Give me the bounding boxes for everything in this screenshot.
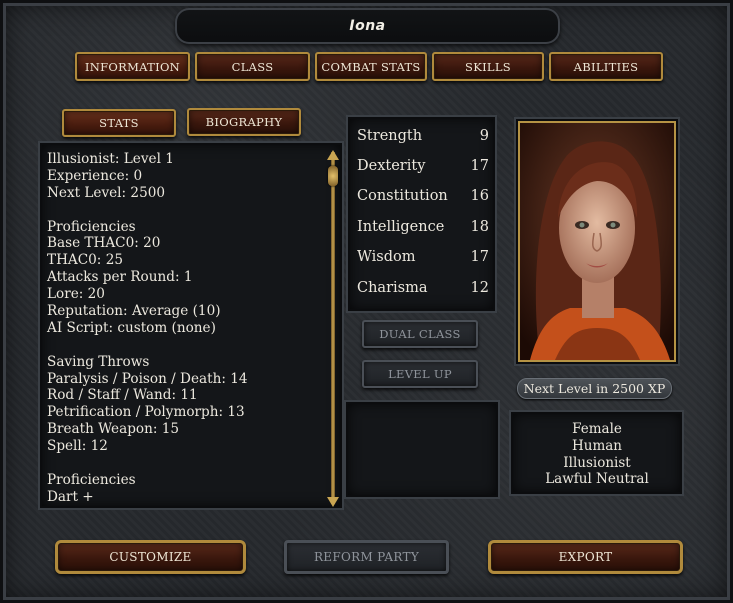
info-line: Base THAC0: 20: [47, 235, 161, 252]
info-line: Petrification / Polymorph: 13: [47, 404, 245, 421]
dual-class-button[interactable]: DUAL CLASS: [362, 320, 478, 348]
stat-value: 17: [470, 158, 489, 174]
info-line: Spell: 12: [47, 438, 108, 455]
stat-value: 16: [470, 188, 489, 204]
stat-name: Strength: [357, 128, 423, 144]
customize-button[interactable]: CUSTOMIZE: [55, 540, 246, 574]
stat-value: 17: [470, 249, 489, 265]
tab-abilities[interactable]: ABILITIES: [549, 52, 663, 81]
info-line: Experience: 0: [47, 167, 143, 184]
subtab-biography[interactable]: BIOGRAPHY: [187, 108, 301, 136]
stat-charisma: Charisma 12: [357, 273, 489, 303]
scroll-down-arrow-icon[interactable]: [327, 497, 339, 507]
info-line: THAC0: 25: [47, 252, 123, 269]
stat-constitution: Constitution 16: [357, 181, 489, 211]
stat-value: 9: [479, 128, 489, 144]
stat-value: 12: [470, 280, 489, 296]
info-line: Proficiencies: [47, 218, 136, 235]
info-text: Illusionist: Level 1 Experience: 0 Next …: [47, 151, 322, 506]
class-text: Illusionist: [563, 454, 631, 471]
info-line: Proficiencies: [47, 471, 136, 488]
portrait-image: [520, 123, 674, 360]
info-line: Paralysis / Poison / Death: 14: [47, 370, 248, 387]
info-line: Next Level: 2500: [47, 184, 166, 201]
info-line: Illusionist: Level 1: [47, 151, 174, 167]
gender-text: Female: [572, 421, 622, 437]
stat-wisdom: Wisdom 17: [357, 242, 489, 272]
reform-party-button[interactable]: REFORM PARTY: [284, 540, 449, 574]
level-up-button[interactable]: LEVEL UP: [362, 360, 478, 388]
character-name: Iona: [349, 18, 386, 34]
stat-name: Intelligence: [357, 219, 445, 235]
alignment-text: Lawful Neutral: [545, 471, 649, 488]
info-line: Attacks per Round: 1: [47, 269, 193, 286]
tab-information[interactable]: INFORMATION: [75, 52, 190, 81]
info-line: Dart +: [47, 488, 94, 505]
info-line: [47, 455, 322, 472]
info-line: AI Script: custom (none): [47, 319, 216, 336]
scroll-up-arrow-icon[interactable]: [327, 150, 339, 160]
character-name-plate: Iona: [175, 8, 560, 44]
tab-skills[interactable]: SKILLS: [432, 52, 544, 81]
info-line: [47, 337, 322, 354]
stat-name: Dexterity: [357, 158, 426, 174]
info-line: Lore: 20: [47, 286, 105, 303]
scrollbar-thumb[interactable]: [328, 166, 338, 186]
stat-intelligence: Intelligence 18: [357, 212, 489, 242]
stat-name: Charisma: [357, 280, 428, 296]
empty-info-box: [346, 402, 498, 497]
character-sheet-window: Iona INFORMATION CLASS COMBAT STATS SKIL…: [0, 0, 733, 603]
stat-name: Constitution: [357, 188, 448, 204]
info-line: Rod / Staff / Wand: 11: [47, 387, 198, 404]
stat-name: Wisdom: [357, 249, 416, 265]
stat-strength: Strength 9: [357, 121, 489, 151]
stat-value: 18: [470, 219, 489, 235]
info-line: Breath Weapon: 15: [47, 421, 180, 438]
race-text: Human: [571, 437, 622, 454]
info-line: [47, 202, 322, 219]
next-level-xp-badge: Next Level in 2500 XP: [517, 378, 672, 399]
tab-class[interactable]: CLASS: [195, 52, 310, 81]
info-line: Reputation: Average (10): [47, 303, 221, 320]
character-portrait[interactable]: [518, 121, 676, 362]
tab-combat-stats[interactable]: COMBAT STATS: [315, 52, 427, 81]
scrollbar-track[interactable]: [331, 152, 335, 504]
export-button[interactable]: EXPORT: [488, 540, 683, 574]
character-description: Female Human Illusionist Lawful Neutral: [513, 421, 681, 488]
info-line: Saving Throws: [47, 353, 150, 370]
subtab-stats[interactable]: STATS: [62, 109, 176, 137]
stat-dexterity: Dexterity 17: [357, 151, 489, 181]
